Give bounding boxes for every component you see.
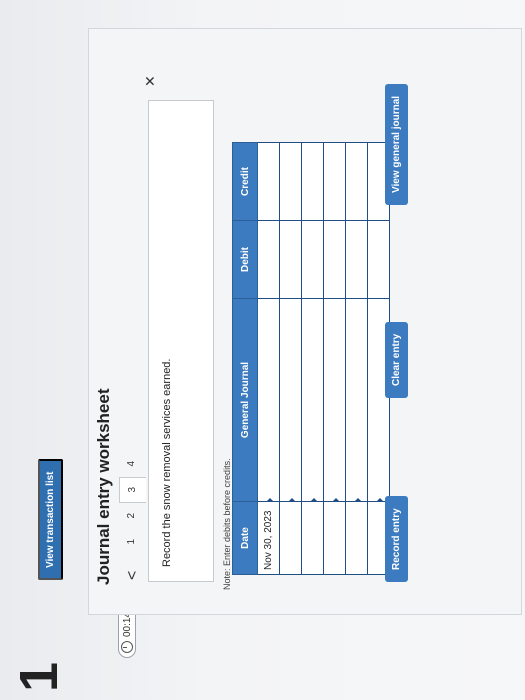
page-title: Journal entry worksheet [94,388,113,585]
rotated-content: 1 00:14:20 View transaction list Journal… [0,0,525,700]
account-select[interactable] [301,298,324,502]
table-row: Nov 30, 2023 [257,142,280,575]
close-icon[interactable]: ✕ [142,75,159,87]
journal-table: Date General Journal Debit Credit Nov 30… [232,142,390,575]
table-row [323,142,346,575]
tab-1[interactable]: 1 [118,529,146,555]
view-transaction-list-button[interactable]: View transaction list [38,459,63,580]
table-row [345,142,368,575]
note-text: Note: Enter debits before credits. [222,458,232,590]
account-select[interactable] [345,298,368,502]
debit-input[interactable] [279,220,302,299]
record-entry-button[interactable]: Record entry [385,496,408,582]
date-cell[interactable] [301,501,324,575]
view-general-journal-button[interactable]: View general journal [385,83,408,205]
debit-input[interactable] [367,220,390,299]
credit-input[interactable] [257,142,280,221]
entry-nav: < 1 2 3 4 [118,451,146,580]
debit-input[interactable] [257,220,280,299]
table-row [279,142,302,575]
header-debit: Debit [232,220,258,299]
credit-input[interactable] [345,142,368,221]
account-select[interactable] [279,298,302,502]
table-row [301,142,324,575]
debit-input[interactable] [323,220,346,299]
clock-icon [121,641,133,653]
debit-input[interactable] [345,220,368,299]
prompt-box: Record the snow removal services earned. [148,100,214,582]
tab-4[interactable]: 4 [118,451,146,477]
clear-entry-button[interactable]: Clear entry [385,321,408,398]
account-select[interactable] [323,298,346,502]
debit-input[interactable] [301,220,324,299]
date-cell[interactable] [279,501,302,575]
date-cell[interactable] [345,501,368,575]
date-cell[interactable] [323,501,346,575]
credit-input[interactable] [279,142,302,221]
date-cell[interactable]: Nov 30, 2023 [257,501,280,575]
header-general-journal: General Journal [232,298,258,502]
header-credit: Credit [232,142,258,221]
credit-input[interactable] [301,142,324,221]
tab-3[interactable]: 3 [119,476,146,503]
previous-arrow-icon[interactable]: < [120,571,146,580]
question-number: 1 [9,661,69,692]
account-select[interactable] [257,298,280,502]
credit-input[interactable] [323,142,346,221]
tab-2[interactable]: 2 [118,503,146,529]
prompt-text: Record the snow removal services earned. [161,358,173,567]
header-date: Date [232,501,258,575]
